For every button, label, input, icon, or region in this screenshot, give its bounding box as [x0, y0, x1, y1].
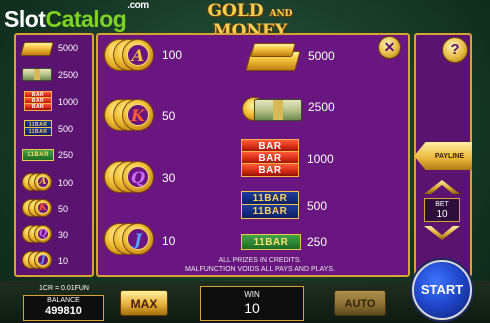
payline-button[interactable]: PAYLINE — [414, 142, 472, 170]
left-paytable-panel: 5000 2500 BAR BAR BAR 1000 11BAR 11BAR 5… — [14, 33, 94, 277]
left-value-triple-bar: 1000 — [58, 97, 79, 107]
max-bet-button[interactable]: MAX — [120, 290, 168, 316]
pay-value-single-bar: 250 — [307, 235, 328, 249]
cash-symbol — [242, 93, 302, 123]
left-value-gold: 5000 — [58, 43, 79, 53]
auto-play-button[interactable]: AUTO — [334, 290, 386, 316]
close-button[interactable]: ✕ — [378, 36, 401, 59]
pay-value-triple-bar: 1000 — [307, 152, 334, 166]
start-button[interactable]: START — [412, 260, 472, 320]
pay-value-coin-a: 100 — [162, 48, 183, 62]
left-value-coin-k: 50 — [58, 204, 69, 214]
coin-k-letter: K — [127, 104, 149, 126]
paytable-notes: ALL PRIZES IN CREDITS. MALFUNCTION VOIDS… — [140, 256, 380, 274]
coin-a-symbol: A — [104, 39, 156, 71]
coin-k-symbol: K — [104, 99, 156, 131]
credit-rate-label: 1CR = 0.01FUN — [39, 285, 89, 292]
triple-bar-icon: BAR BAR BAR — [20, 91, 54, 111]
cash-icon — [20, 66, 54, 82]
balance-label: BALANCE — [47, 297, 80, 304]
help-icon: ? — [450, 41, 460, 58]
single-bar-label: BAR — [265, 236, 289, 248]
watermark-com: .com — [127, 0, 149, 12]
gold-symbol — [242, 41, 302, 71]
triple-bar-label-3: BAR — [241, 163, 299, 177]
pay-value-coin-j: 10 — [162, 234, 176, 248]
coin-k-icon: K — [22, 199, 52, 217]
triple-bar-symbol: BAR BAR BAR — [241, 139, 299, 177]
left-value-coin-a: 100 — [58, 178, 74, 188]
game-title: GOLD AND MONEY — [176, 1, 324, 41]
bet-display: BET 10 — [424, 198, 460, 222]
double-bar-prefix-2: 11 — [252, 206, 265, 217]
pay-value-cash: 2500 — [308, 100, 335, 114]
win-label: WIN — [244, 290, 260, 299]
game-screen: SlotCatalog.com GOLD AND MONEY 5000 2500… — [0, 0, 490, 323]
coin-a-letter: A — [127, 44, 149, 66]
single-bar-prefix: 11 — [253, 236, 266, 248]
coin-q-letter: Q — [127, 166, 149, 188]
coin-a-icon: A — [22, 173, 52, 191]
coin-q-symbol: Q — [104, 161, 156, 193]
double-bar-label-1: BAR — [264, 193, 288, 204]
double-bar-prefix-1: 11 — [252, 193, 265, 204]
main-paytable-panel: A 100 K 50 Q 30 J 10 5000 2500 BAR BAR B… — [96, 33, 410, 277]
close-icon: ✕ — [383, 39, 396, 55]
single-bar-symbol: 11 BAR — [241, 234, 301, 250]
title-and: AND — [269, 9, 293, 19]
balance-display: BALANCE 499810 — [23, 295, 104, 321]
win-display: WIN 10 — [200, 286, 304, 321]
left-value-cash: 2500 — [58, 70, 79, 80]
pay-value-coin-q: 30 — [162, 171, 176, 185]
double-bar-label-2: BAR — [264, 206, 288, 217]
left-value-single-bar: 250 — [58, 150, 74, 160]
note-line-2: MALFUNCTION VOIDS ALL PAYS AND PLAYS. — [185, 266, 335, 273]
left-value-double-bar: 500 — [58, 124, 74, 134]
pay-value-gold: 5000 — [308, 49, 335, 63]
coin-j-letter: J — [127, 228, 149, 250]
bet-label: BET — [435, 201, 449, 208]
left-value-coin-q: 30 — [58, 230, 69, 240]
double-bar-icon: 11BAR 11BAR — [20, 119, 54, 136]
watermark-catalog: Catalog — [45, 6, 127, 32]
watermark: SlotCatalog.com — [4, 0, 149, 33]
win-value: 10 — [244, 300, 260, 316]
coin-j-icon: J — [22, 251, 52, 269]
note-line-1: ALL PRIZES IN CREDITS. — [218, 257, 302, 264]
watermark-slot: Slot — [4, 6, 46, 32]
left-value-coin-j: 10 — [58, 256, 69, 266]
gold-coins-icon — [20, 39, 54, 57]
coin-q-icon: Q — [22, 225, 52, 243]
balance-value: 499810 — [45, 305, 82, 317]
pay-value-double-bar: 500 — [307, 199, 328, 213]
pay-value-coin-k: 50 — [162, 109, 176, 123]
coin-j-symbol: J — [104, 223, 156, 255]
title-gold: GOLD — [207, 1, 264, 21]
bet-value: 10 — [436, 209, 448, 220]
double-bar-symbol: 11 BAR 11 BAR — [241, 191, 299, 219]
payline-label: PAYLINE — [434, 152, 464, 160]
single-bar-icon: 11BAR — [20, 148, 54, 161]
help-button[interactable]: ? — [442, 37, 468, 63]
